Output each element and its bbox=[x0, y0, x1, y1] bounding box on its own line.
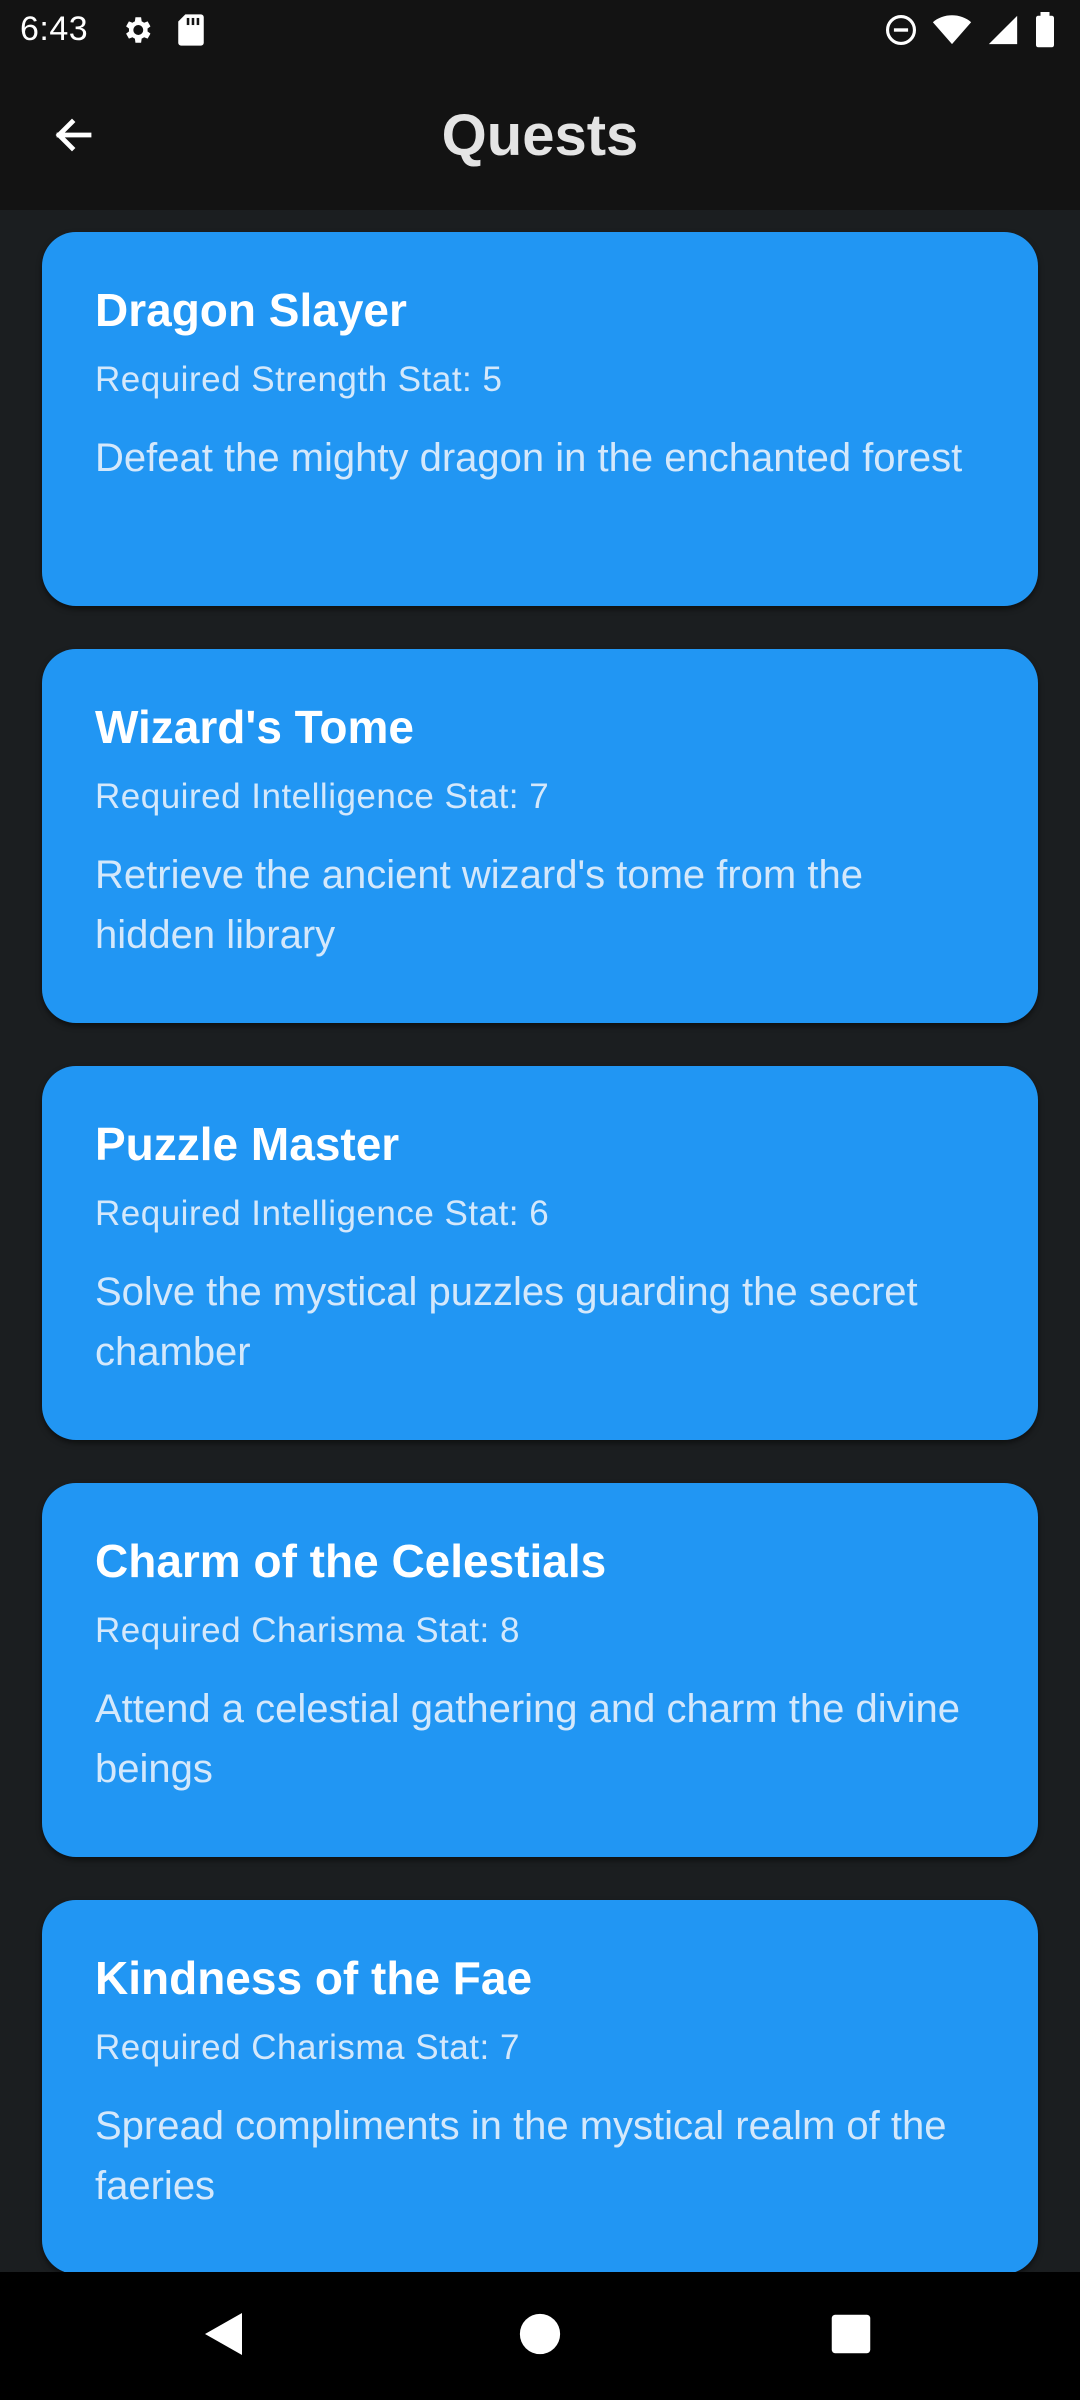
quest-title: Charm of the Celestials bbox=[95, 1535, 607, 1587]
quest-description: Attend a celestial gathering and charm t… bbox=[95, 1687, 960, 1791]
quest-requirement: Required Strength Stat: 5 bbox=[95, 360, 503, 399]
signal-icon bbox=[986, 13, 1020, 52]
nav-home-button[interactable] bbox=[506, 2302, 574, 2370]
wifi-icon bbox=[932, 13, 972, 52]
quest-requirement: Required Intelligence Stat: 7 bbox=[95, 777, 550, 816]
quest-card[interactable]: Wizard's Tome Required Intelligence Stat… bbox=[42, 649, 1038, 1023]
quest-list[interactable]: Dragon Slayer Required Strength Stat: 5 … bbox=[0, 210, 1080, 2272]
status-time: 6:43 bbox=[20, 10, 89, 48]
gear-icon bbox=[120, 13, 154, 52]
quest-description: Defeat the mighty dragon in the enchante… bbox=[95, 436, 963, 480]
quest-title: Wizard's Tome bbox=[95, 701, 414, 753]
quest-title: Kindness of the Fae bbox=[95, 1952, 533, 2004]
quest-card[interactable]: Dragon Slayer Required Strength Stat: 5 … bbox=[42, 232, 1038, 606]
status-left-icons bbox=[120, 12, 206, 52]
home-circle-icon bbox=[519, 2313, 561, 2360]
quest-description: Spread compliments in the mystical realm… bbox=[95, 2104, 947, 2208]
battery-icon bbox=[1034, 11, 1056, 53]
back-triangle-icon bbox=[202, 2310, 246, 2363]
quest-requirement: Required Charisma Stat: 8 bbox=[95, 1611, 520, 1650]
quest-card[interactable]: Charm of the Celestials Required Charism… bbox=[42, 1483, 1038, 1857]
nav-recents-button[interactable] bbox=[817, 2302, 885, 2370]
do-not-disturb-icon bbox=[884, 13, 918, 52]
quest-title: Dragon Slayer bbox=[95, 284, 407, 336]
quest-description: Solve the mystical puzzles guarding the … bbox=[95, 1270, 918, 1374]
status-bar: 6:43 bbox=[0, 0, 1080, 64]
navigation-bar bbox=[0, 2272, 1080, 2400]
quest-requirement: Required Intelligence Stat: 6 bbox=[95, 1194, 550, 1233]
screen: 6:43 Quests Dragon Slayer Required Stren… bbox=[0, 0, 1080, 2400]
status-right-icons bbox=[884, 11, 1056, 53]
sd-card-icon bbox=[176, 13, 206, 52]
page-title: Quests bbox=[441, 103, 639, 168]
quest-description: Retrieve the ancient wizard's tome from … bbox=[95, 853, 863, 957]
quest-card[interactable]: Kindness of the Fae Required Charisma St… bbox=[42, 1900, 1038, 2272]
quest-title: Puzzle Master bbox=[95, 1118, 400, 1170]
nav-back-button[interactable] bbox=[190, 2302, 258, 2370]
app-bar: Quests bbox=[0, 64, 1080, 210]
recents-square-icon bbox=[830, 2313, 872, 2360]
quest-card[interactable]: Puzzle Master Required Intelligence Stat… bbox=[42, 1066, 1038, 1440]
quest-requirement: Required Charisma Stat: 7 bbox=[95, 2028, 520, 2067]
